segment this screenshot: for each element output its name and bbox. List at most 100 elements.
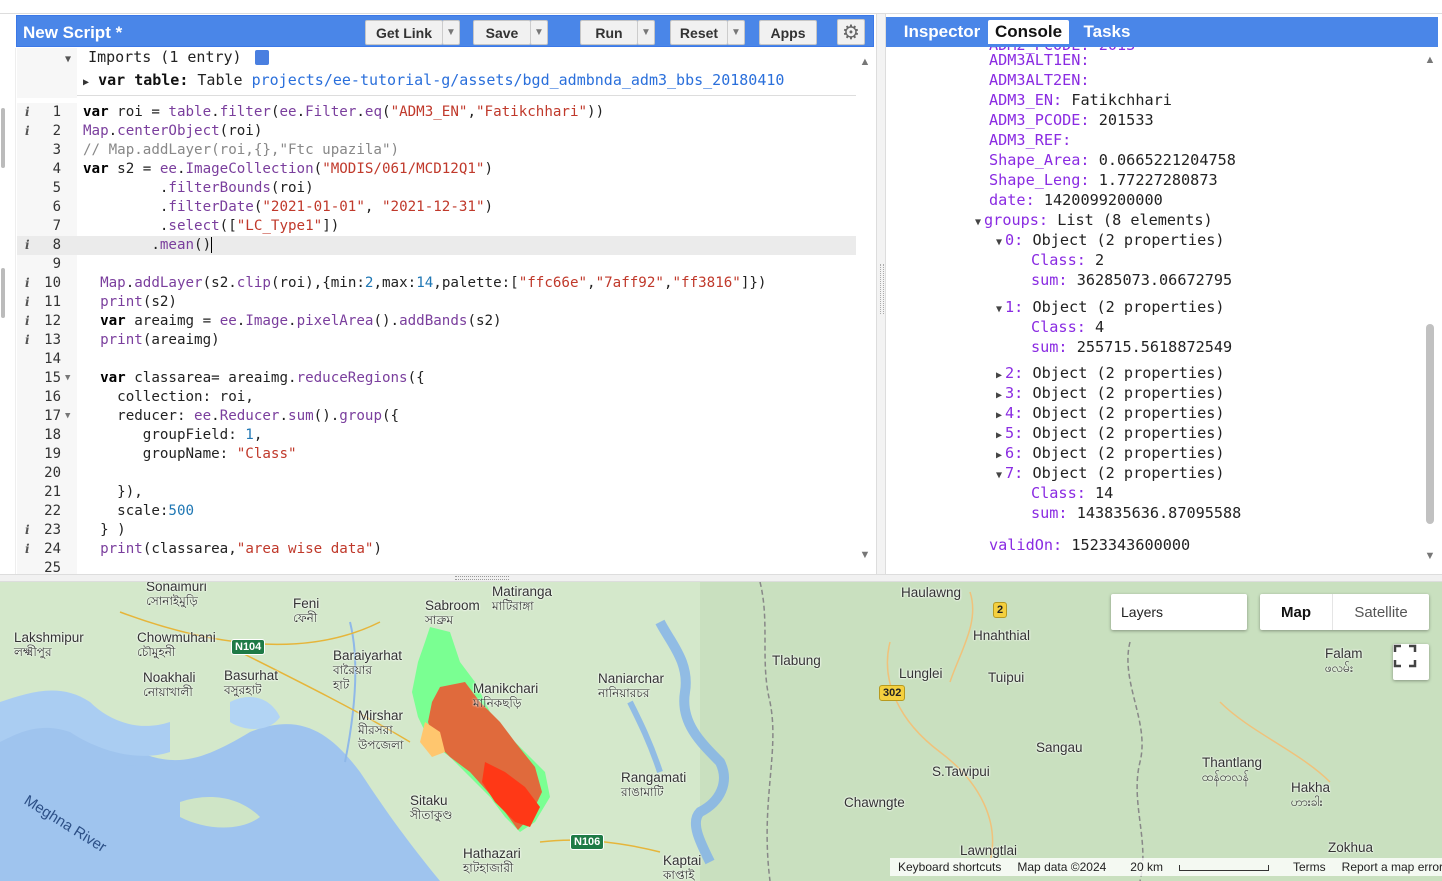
imports-divider <box>77 95 856 96</box>
place-label: Sonaimuri সোনাইমুড়ি <box>146 582 207 608</box>
editor-scroll-down[interactable]: ▼ <box>858 549 872 561</box>
code-line: 7 .select(["LC_Type1"]) <box>17 217 856 236</box>
earth-engine-code-editor: New Script * Get Link ▼ Save ▼ Run ▼ Res… <box>0 0 1442 881</box>
code-line: i 11 print(s2) <box>17 293 856 312</box>
settings-button[interactable]: ⚙ <box>837 19 865 45</box>
expanded-triangle-icon: ▼ <box>996 470 1003 481</box>
collapsed-triangle-icon: ▶ <box>996 450 1003 461</box>
import-entry-table[interactable]: ▶ var table: Table projects/ee-tutorial-… <box>83 71 784 93</box>
horizontal-splitter[interactable] <box>0 574 1442 582</box>
place-label: Hathazari হাটহাজারী <box>463 846 521 875</box>
script-editor-panel: New Script * Get Link ▼ Save ▼ Run ▼ Res… <box>0 14 876 576</box>
editor-scroll-up[interactable]: ▲ <box>858 56 872 68</box>
splitter-grip[interactable] <box>880 264 884 314</box>
code-line: 6 .filterDate("2021-01-01", "2021-12-31"… <box>17 198 856 217</box>
imports-header[interactable]: ▼ Imports (1 entry) <box>65 48 269 70</box>
group-row-0[interactable]: ▼ 0: Object (2 properties) <box>996 230 1225 250</box>
code-text: Map.addLayer(s2.clip(roi),{min:2,max:14,… <box>100 275 767 291</box>
group-row-collapsed[interactable]: ▶ 2: Object (2 properties) <box>996 363 1225 383</box>
map-type-map-button[interactable]: Map <box>1260 594 1333 630</box>
vertical-splitter[interactable] <box>876 14 886 574</box>
line-number: 22 <box>44 503 61 519</box>
report-map-error-link[interactable]: Report a map error <box>1342 860 1442 874</box>
splitter-grip[interactable] <box>455 576 509 580</box>
prop-row: Class: 4 <box>1031 318 1105 336</box>
prop-row: sum: 255715.5618872549 <box>1031 338 1233 356</box>
chevron-down-icon: ▼ <box>859 549 871 561</box>
save-dropdown[interactable]: ▼ <box>530 20 548 45</box>
reset-button[interactable]: Reset <box>670 20 728 45</box>
code-line: 14 <box>17 350 856 369</box>
fold-arrow-icon[interactable]: ▼ <box>65 407 70 426</box>
scrollbar-thumb[interactable] <box>1426 324 1434 524</box>
place-label: S.Tawipui <box>932 764 990 779</box>
code-text: } ) <box>83 522 126 538</box>
terms-link[interactable]: Terms <box>1293 860 1326 874</box>
top-strip <box>0 0 1442 14</box>
save-button[interactable]: Save <box>473 20 531 45</box>
place-label: Basurhat বসুরহাট <box>224 668 279 697</box>
place-label: Zokhua <box>1328 840 1374 855</box>
gear-icon: ⚙ <box>842 21 860 44</box>
chevron-down-icon: ▼ <box>1424 550 1436 562</box>
fullscreen-button[interactable] <box>1393 644 1429 680</box>
groups-row[interactable]: ▼ groups: List (8 elements) <box>975 210 1213 230</box>
apps-button[interactable]: Apps <box>759 20 817 45</box>
line-number: 5 <box>52 180 61 196</box>
right-panel: Inspector Console Tasks ADM2_PCODE: 2013… <box>886 14 1442 574</box>
code-text: var s2 = ee.ImageCollection("MODIS/061/M… <box>83 161 494 177</box>
code-text: .filterBounds(roi) <box>83 180 314 196</box>
code-line: 16 collection: roi, <box>17 388 856 407</box>
code-line: 21 }), <box>17 483 856 502</box>
group-row-collapsed[interactable]: ▶ 6: Object (2 properties) <box>996 443 1225 463</box>
layers-control[interactable]: Layers <box>1111 594 1247 630</box>
script-title[interactable]: New Script * <box>23 23 122 43</box>
group-row-1[interactable]: ▼ 1: Object (2 properties) <box>996 297 1225 317</box>
tab-tasks[interactable]: Tasks <box>1068 20 1146 44</box>
code-line: i 1 var roi = table.filter(ee.Filter.eq("A… <box>17 103 856 122</box>
code-line: i 23 } ) <box>17 521 856 540</box>
group-row-collapsed[interactable]: ▶ 4: Object (2 properties) <box>996 403 1225 423</box>
expanded-triangle-icon: ▼ <box>996 304 1003 315</box>
code-line: 18 groupField: 1, <box>17 426 856 445</box>
line-number: 23 <box>44 522 61 538</box>
console-scroll-down[interactable]: ▼ <box>1423 550 1437 562</box>
run-button[interactable]: Run <box>580 20 638 45</box>
road-shield: 2 <box>993 602 1008 618</box>
get-link-button[interactable]: Get Link <box>365 20 443 45</box>
keyboard-shortcuts-link[interactable]: Keyboard shortcuts <box>898 860 1001 874</box>
fold-arrow-icon[interactable]: ▼ <box>65 369 70 388</box>
code-text: var areaimg = ee.Image.pixelArea().addBa… <box>100 313 502 329</box>
console-scrollbar[interactable] <box>1423 54 1437 574</box>
group-row-collapsed[interactable]: ▶ 3: Object (2 properties) <box>996 383 1225 403</box>
code-line: i 12 var areaimg = ee.Image.pixelArea().a… <box>17 312 856 331</box>
prop-row: validOn: 1523343600000 <box>989 536 1191 554</box>
import-asset-path[interactable]: projects/ee-tutorial-g/assets/bgd_admbnd… <box>252 71 785 89</box>
place-label: Haulawng <box>901 585 962 600</box>
line-number: 18 <box>44 427 61 443</box>
group-row-7[interactable]: ▼ 7: Object (2 properties) <box>996 463 1225 483</box>
scale-control[interactable]: 20 km <box>1122 860 1277 874</box>
code-text: print(s2) <box>100 294 177 310</box>
import-var-type: Table <box>197 71 243 89</box>
code-line: i 13 print(areaimg) <box>17 331 856 350</box>
panel-tabs: Inspector Console Tasks <box>886 17 1438 47</box>
code-text: .filterDate("2021-01-01", "2021-12-31") <box>83 199 494 215</box>
map-canvas[interactable]: Sonaimuri সোনাইমুড়ি Feni ফেনী Sabroom সাব্… <box>0 582 1442 881</box>
code-area[interactable]: i 1 var roi = table.filter(ee.Filter.eq("A… <box>17 103 856 576</box>
tab-console[interactable]: Console <box>988 20 1069 44</box>
line-number: 10 <box>44 275 61 291</box>
line-number: 7 <box>52 218 61 234</box>
prop-row: Class: 2 <box>1031 251 1105 269</box>
group-row-collapsed[interactable]: ▶ 5: Object (2 properties) <box>996 423 1225 443</box>
place-label: Tlabung <box>772 653 821 668</box>
reset-dropdown[interactable]: ▼ <box>727 20 745 45</box>
prop-row: ADM3ALT1EN: <box>989 51 1090 69</box>
map-type-satellite-button[interactable]: Satellite <box>1333 594 1429 630</box>
get-link-dropdown[interactable]: ▼ <box>442 20 460 45</box>
import-var-keyword: var <box>98 71 126 89</box>
run-dropdown[interactable]: ▼ <box>637 20 655 45</box>
tab-inspector[interactable]: Inspector <box>894 20 990 44</box>
code-line: 22 scale:500 <box>17 502 856 521</box>
prop-row: sum: 143835636.87095588 <box>1031 504 1242 522</box>
